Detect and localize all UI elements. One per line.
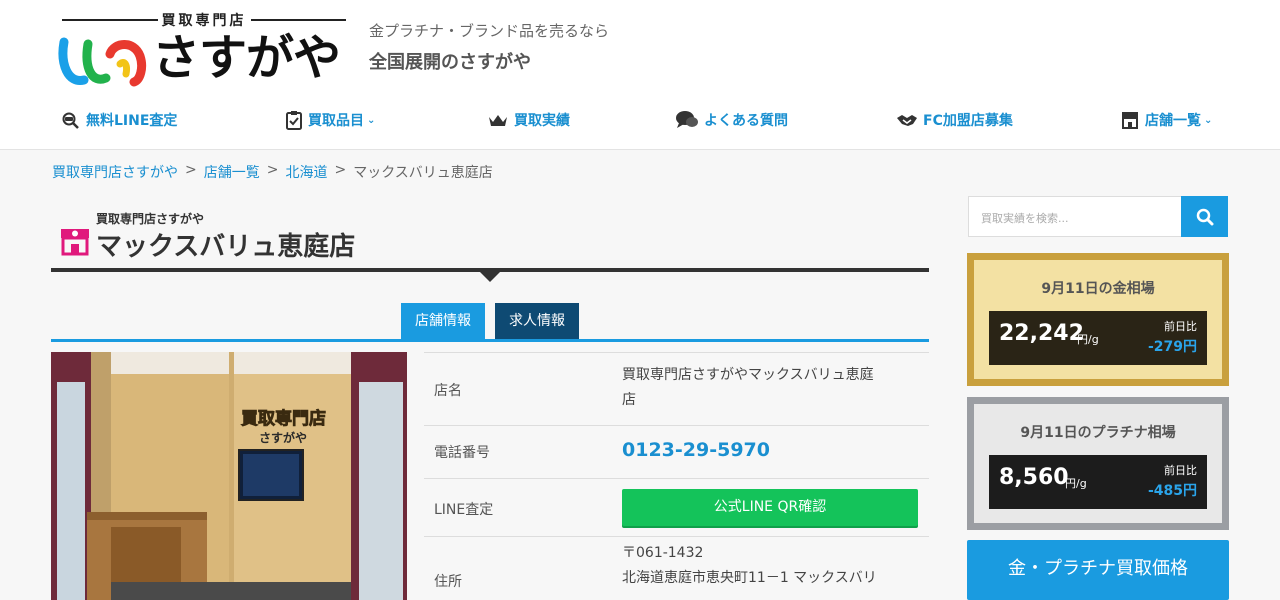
line-magnifier-icon bbox=[62, 112, 79, 129]
search-input[interactable]: 買取実績を検索... bbox=[968, 196, 1182, 237]
platinum-price-title: 9月11日のプラチナ相場 bbox=[1020, 425, 1176, 441]
row-label: LINE査定 bbox=[434, 502, 494, 518]
breadcrumb-current: マックスバリュ恵庭店 bbox=[353, 165, 493, 181]
gold-price-unit: 円/g bbox=[1077, 333, 1099, 346]
store-photo: 買取専門店 さすがや bbox=[51, 352, 407, 600]
store-info-table: 店名 買取専門店さすがやマックスバリュ恵庭 店 電話番号 0123-29-597… bbox=[424, 352, 929, 600]
breadcrumb-separator: > bbox=[334, 162, 347, 178]
breadcrumb-separator: > bbox=[185, 162, 197, 178]
logo-top-text: 買取専門店 bbox=[161, 13, 247, 29]
photo-sign-brand: さすがや bbox=[259, 430, 307, 445]
nav-label: FC加盟店募集 bbox=[923, 113, 1013, 129]
nav-label: 店舗一覧 bbox=[1145, 113, 1201, 129]
gold-price-card[interactable]: 9月11日の金相場 22,242 円/g 前日比 -279円 bbox=[967, 253, 1229, 386]
row-label: 店名 bbox=[434, 383, 462, 399]
store-name-value: 買取専門店さすがやマックスバリュ恵庭 店 bbox=[622, 363, 874, 413]
line-qr-button[interactable]: 公式LINE QR確認 bbox=[622, 489, 918, 526]
crown-icon bbox=[489, 115, 507, 126]
table-row-name: 店名 買取専門店さすがやマックスバリュ恵庭 店 bbox=[424, 352, 929, 425]
search-button[interactable] bbox=[1181, 196, 1228, 237]
gold-price-value: 22,242 bbox=[999, 321, 1084, 346]
platinum-price-panel: 8,560 円/g 前日比 -485円 bbox=[989, 455, 1207, 509]
clipboard-check-icon bbox=[286, 111, 302, 130]
row-label: 電話番号 bbox=[434, 445, 490, 461]
table-row-phone: 電話番号 0123-29-5970 bbox=[424, 425, 929, 478]
main-nav: 無料LINE査定 買取品目 ⌄ 買取実績 よくある質問 FC加盟店募集 店舗一覧… bbox=[0, 102, 1280, 142]
photo-sign-title: 買取専門店 bbox=[241, 408, 326, 429]
nav-item-results[interactable]: 買取実績 bbox=[487, 110, 570, 130]
store-photo-illustration: 買取専門店 さすがや bbox=[51, 352, 407, 600]
header-tagline-main: 全国展開のさすがや bbox=[369, 52, 531, 73]
nav-item-faq[interactable]: よくある質問 bbox=[675, 110, 788, 130]
nav-label: 買取品目 bbox=[308, 113, 364, 129]
tab-divider bbox=[51, 339, 929, 342]
store-name-line2: 店 bbox=[622, 392, 636, 408]
nav-item-line-assessment[interactable]: 無料LINE査定 bbox=[61, 110, 177, 130]
page-title: マックスバリュ恵庭店 bbox=[96, 232, 356, 262]
logo-rule-right bbox=[250, 19, 346, 21]
nav-label: 買取実績 bbox=[514, 113, 570, 129]
nav-label: 無料LINE査定 bbox=[86, 113, 178, 129]
tab-store-info[interactable]: 店舗情報 bbox=[401, 303, 485, 340]
breadcrumb-link-home[interactable]: 買取専門店さすがや bbox=[52, 162, 178, 182]
logo-mark-icon bbox=[58, 37, 147, 87]
address-line: 北海道恵庭市恵央町11－1 マックスバリ bbox=[622, 570, 877, 586]
breadcrumb-separator: > bbox=[266, 162, 279, 178]
platinum-compare-label: 前日比 bbox=[1164, 464, 1197, 477]
gold-price-panel: 22,242 円/g 前日比 -279円 bbox=[989, 311, 1207, 365]
chevron-down-icon: ⌄ bbox=[367, 114, 376, 126]
table-row-line: LINE査定 公式LINE QR確認 bbox=[424, 478, 929, 536]
gold-price-title: 9月11日の金相場 bbox=[1041, 281, 1155, 297]
search-icon bbox=[1196, 208, 1213, 225]
phone-number-link[interactable]: 0123-29-5970 bbox=[622, 438, 770, 463]
table-row-address: 住所 〒061-1432 北海道恵庭市恵央町11－1 マックスバリ bbox=[424, 536, 929, 600]
shop-icon bbox=[1122, 112, 1138, 129]
logo-top-banner: 買取専門店 bbox=[58, 10, 350, 30]
store-name-line1: 買取専門店さすがやマックスバリュ恵庭 bbox=[622, 367, 874, 383]
platinum-price-value: 8,560 bbox=[999, 465, 1069, 490]
logo-rule-left bbox=[62, 19, 158, 21]
breadcrumb-link-stores[interactable]: 店舗一覧 bbox=[204, 162, 260, 182]
nav-item-franchise[interactable]: FC加盟店募集 bbox=[896, 110, 1013, 130]
nav-label: よくある質問 bbox=[704, 113, 788, 129]
breadcrumb-link-hokkaido[interactable]: 北海道 bbox=[285, 162, 327, 182]
breadcrumb: 買取専門店さすがや > 店舗一覧 > 北海道 > マックスバリュ恵庭店 bbox=[52, 162, 493, 182]
site-header: 買取専門店 さすがや 金プラチナ・ブランド品を売るなら 全国展開のさすがや 無料… bbox=[0, 0, 1280, 150]
page-subtitle: 買取専門店さすがや bbox=[96, 212, 205, 226]
address-postal: 〒061-1432 bbox=[622, 545, 704, 561]
chat-bubbles-icon bbox=[676, 111, 698, 128]
store-icon bbox=[61, 229, 89, 256]
logo-name: さすがや bbox=[152, 30, 341, 86]
platinum-price-unit: 円/g bbox=[1065, 477, 1087, 490]
gold-compare-label: 前日比 bbox=[1164, 320, 1197, 333]
address-value: 〒061-1432 北海道恵庭市恵央町11－1 マックスバリ bbox=[622, 541, 877, 591]
platinum-price-card[interactable]: 9月11日のプラチナ相場 8,560 円/g 前日比 -485円 bbox=[967, 397, 1229, 530]
header-tagline: 金プラチナ・ブランド品を売るなら bbox=[369, 22, 610, 40]
handshake-icon bbox=[897, 115, 917, 126]
site-logo[interactable]: 買取専門店 さすがや bbox=[58, 10, 350, 88]
nav-item-purchase-items[interactable]: 買取品目 ⌄ bbox=[285, 110, 375, 130]
tab-recruitment[interactable]: 求人情報 bbox=[495, 303, 579, 340]
title-divider-notch bbox=[480, 272, 500, 282]
platinum-compare-value: -485円 bbox=[1147, 483, 1197, 499]
gold-compare-value: -279円 bbox=[1147, 339, 1197, 355]
nav-item-stores[interactable]: 店舗一覧 ⌄ bbox=[1120, 110, 1212, 130]
gold-platinum-price-button[interactable]: 金・プラチナ買取価格 bbox=[967, 540, 1229, 600]
row-label: 住所 bbox=[434, 574, 462, 590]
chevron-down-icon: ⌄ bbox=[1204, 114, 1213, 126]
